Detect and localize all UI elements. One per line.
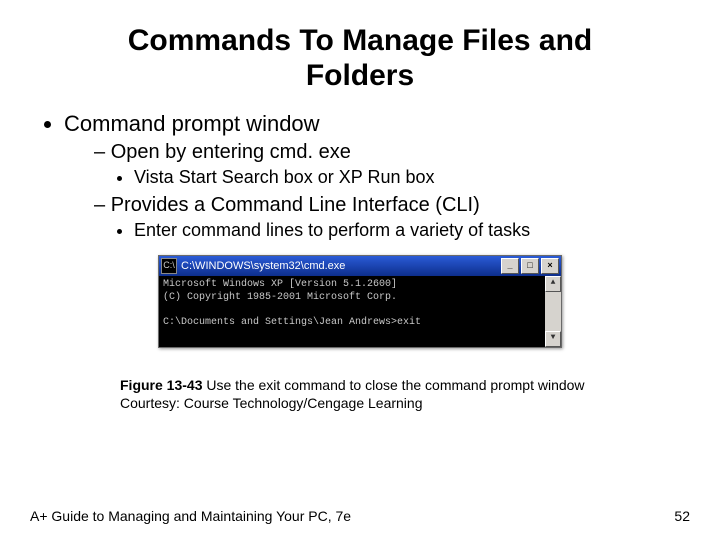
cmd-window: C:\ C:\WINDOWS\system32\cmd.exe _ □ × Mi… [158,255,562,348]
figure-number: Figure 13-43 [120,377,202,393]
scroll-up-button[interactable]: ▲ [545,276,561,292]
bullet-l3: Vista Start Search box or XP Run box [134,167,690,188]
page-number: 52 [674,508,690,524]
bullet-l2-text: Provides a Command Line Interface (CLI) [111,194,480,216]
slide-title: Commands To Manage Files and Folders [90,24,630,93]
cmd-title-text: C:\WINDOWS\system32\cmd.exe [181,260,499,272]
term-line: C:\Documents and Settings\Jean Andrews>e… [163,317,421,328]
figure-credit: Courtesy: Course Technology/Cengage Lear… [120,395,423,411]
figure-caption: Figure 13-43 Use the exit command to clo… [120,376,680,412]
bullet-l2: Open by entering cmd. exe Vista Start Se… [94,141,690,188]
maximize-button[interactable]: □ [521,258,539,274]
cmd-titlebar: C:\ C:\WINDOWS\system32\cmd.exe _ □ × [159,256,561,276]
cmd-terminal: Microsoft Windows XP [Version 5.1.2600] … [159,276,561,347]
figure-text: Use the exit command to close the comman… [202,377,584,393]
bullet-l3: Enter command lines to perform a variety… [134,220,690,241]
close-button[interactable]: × [541,258,559,274]
cmd-icon: C:\ [161,258,177,274]
minimize-button[interactable]: _ [501,258,519,274]
bullet-l1: Command prompt window Open by entering c… [64,111,690,241]
footer-left: A+ Guide to Managing and Maintaining You… [30,508,351,524]
bullet-l1-text: Command prompt window [64,111,320,136]
term-line: (C) Copyright 1985-2001 Microsoft Corp. [163,292,397,303]
scroll-down-button[interactable]: ▼ [545,331,561,347]
term-line: Microsoft Windows XP [Version 5.1.2600] [163,279,397,290]
bullet-l2-text: Open by entering cmd. exe [111,141,351,163]
bullet-l2: Provides a Command Line Interface (CLI) … [94,194,690,241]
